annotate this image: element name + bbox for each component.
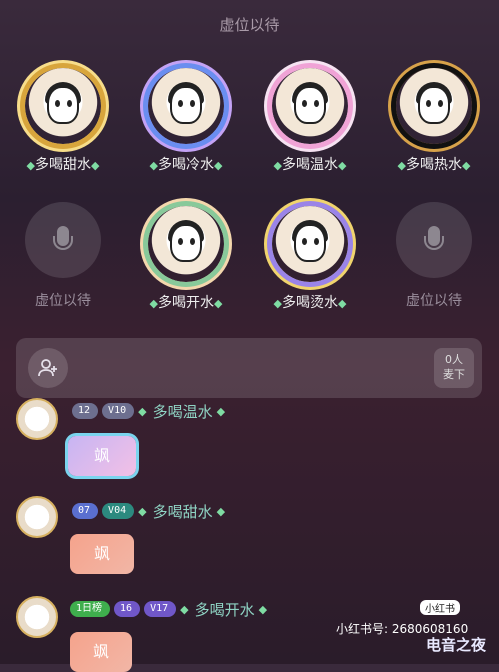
- top-seat-label: 虚位以待: [219, 16, 280, 34]
- vip-badge: V10: [102, 403, 135, 419]
- seat-5-empty[interactable]: 虚位以待: [15, 202, 111, 310]
- seat-name: 多喝热水: [406, 157, 462, 173]
- seat-name: 多喝温水: [282, 157, 338, 173]
- rank-badge: 1日榜: [70, 601, 111, 617]
- seat-name: 多喝冷水: [158, 157, 214, 173]
- mic-icon: [424, 226, 444, 250]
- watermark-brand: 电音之夜: [426, 636, 487, 654]
- message-bubble: 飒: [68, 436, 136, 476]
- vip-badge: V17: [144, 601, 177, 617]
- message-header: 07 V04 ◆ 多喝甜水 ◆: [72, 501, 225, 522]
- seat-name: 多喝甜水: [35, 157, 91, 173]
- seat-7[interactable]: ◆多喝烫水◆: [262, 206, 358, 312]
- empty-seat-label: 虚位以待: [406, 293, 462, 309]
- message-avatar[interactable]: [16, 596, 58, 638]
- watermark-app-logo: 小红书: [420, 600, 460, 615]
- seat-4[interactable]: ◆多喝热水◆: [386, 68, 482, 174]
- seat-avatar[interactable]: [272, 68, 348, 144]
- seat-name: 多喝开水: [158, 295, 214, 311]
- mic-queue-bar: 0人 麦下: [16, 338, 482, 398]
- queue-count: 0人: [445, 353, 463, 366]
- seat-8-empty[interactable]: 虚位以待: [386, 202, 482, 310]
- empty-seat[interactable]: [396, 202, 472, 278]
- seat-avatar[interactable]: [396, 68, 472, 144]
- seat-avatar[interactable]: [25, 68, 101, 144]
- seat-2[interactable]: ◆多喝冷水◆: [138, 68, 234, 174]
- seat-avatar[interactable]: [148, 206, 224, 282]
- message-username[interactable]: 多喝甜水: [153, 501, 213, 522]
- empty-seat[interactable]: [25, 202, 101, 278]
- seat-1[interactable]: ◆多喝甜水◆: [15, 68, 111, 174]
- add-user-button[interactable]: [28, 348, 68, 388]
- add-user-icon: [38, 359, 57, 377]
- empty-seat-label: 虚位以待: [35, 293, 91, 309]
- message-bubble: 飒: [70, 632, 132, 672]
- vip-badge: V04: [102, 503, 135, 519]
- seat-name: 多喝烫水: [282, 295, 338, 311]
- level-badge: 16: [114, 601, 141, 617]
- seat-3[interactable]: ◆多喝温水◆: [262, 68, 358, 174]
- message-avatar[interactable]: [16, 496, 58, 538]
- message-header: 1日榜 16 V17 ◆ 多喝开水 ◆: [70, 599, 267, 620]
- message-header: 12 V10 ◆ 多喝温水 ◆: [72, 401, 225, 422]
- queue-leave-button[interactable]: 0人 麦下: [434, 348, 474, 388]
- message-username[interactable]: 多喝温水: [153, 401, 213, 422]
- message-bubble: 飒: [70, 534, 134, 574]
- level-badge: 12: [72, 403, 99, 419]
- seat-avatar[interactable]: [148, 68, 224, 144]
- seat-6[interactable]: ◆多喝开水◆: [138, 206, 234, 312]
- message-username[interactable]: 多喝开水: [195, 599, 255, 620]
- mic-icon: [53, 226, 73, 250]
- queue-action: 麦下: [443, 368, 465, 381]
- level-badge: 07: [72, 503, 99, 519]
- message-avatar[interactable]: [16, 398, 58, 440]
- seat-avatar[interactable]: [272, 206, 348, 282]
